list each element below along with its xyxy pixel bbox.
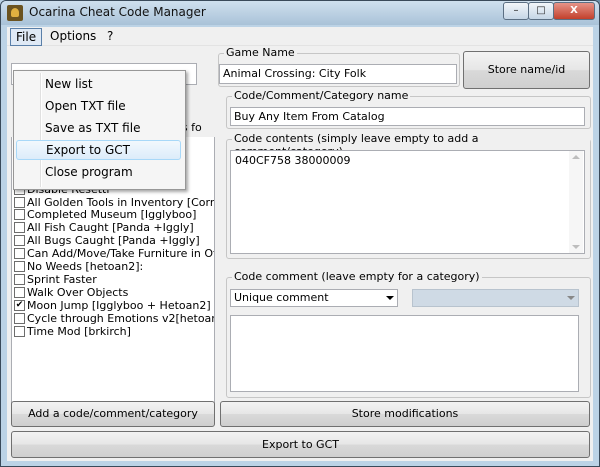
- code-checkbox[interactable]: ✔: [14, 299, 25, 311]
- code-checkbox[interactable]: [14, 209, 25, 221]
- code-label: All Fish Caught [Panda +Iggly]: [27, 221, 194, 235]
- code-label: All Golden Tools in Inventory [Corrupt: [27, 195, 215, 209]
- code-checkbox[interactable]: [14, 235, 25, 247]
- code-label: Time Mod [brkirch]: [27, 324, 131, 338]
- code-list-item[interactable]: All Bugs Caught [Panda +Iggly]: [14, 234, 212, 247]
- code-list-item[interactable]: Sprint Faster: [14, 273, 212, 286]
- scroll-up-icon[interactable]: [572, 155, 580, 159]
- chevron-down-icon[interactable]: [382, 290, 397, 306]
- menu-item-close-program[interactable]: Close program: [16, 162, 181, 182]
- code-label: No Weeds [hetoan2]:: [27, 260, 144, 273]
- code-contents-scrollbar[interactable]: [569, 151, 583, 253]
- menu-item-open-txt-file[interactable]: Open TXT file: [16, 96, 181, 116]
- code-label: Walk Over Objects: [27, 285, 129, 299]
- menu-bar: File Options ?: [7, 27, 593, 46]
- game-name-field[interactable]: Animal Crossing: City Folk: [219, 64, 457, 84]
- code-name-label: Code/Comment/Category name: [232, 89, 411, 102]
- menu-item-save-as-txt-file[interactable]: Save as TXT file: [16, 118, 181, 138]
- code-list-item[interactable]: ✔ Moon Jump [Igglyboo + Hetoan2]: [14, 299, 212, 312]
- code-checkbox[interactable]: [14, 261, 25, 272]
- code-list-item[interactable]: Cycle through Emotions v2[hetoan2]:: [14, 311, 215, 325]
- client-area: File Options ? rks fo Sell item for Maxi…: [7, 27, 593, 461]
- maximize-button[interactable]: □: [528, 2, 554, 20]
- code-name-field[interactable]: Buy Any Item From Catalog: [230, 107, 585, 126]
- code-contents-group: Code contents (simply leave empty to add…: [226, 132, 591, 259]
- add-code-button[interactable]: Add a code/comment/category: [11, 401, 215, 427]
- file-menu-dropdown: New list Open TXT file Save as TXT file Exp…: [13, 70, 186, 190]
- code-checkbox[interactable]: [14, 222, 25, 234]
- game-name-group: Game Name Animal Crossing: City Folk: [218, 46, 460, 87]
- menu-help[interactable]: ?: [102, 28, 118, 44]
- code-label: All Bugs Caught [Panda +Iggly]: [27, 234, 200, 248]
- code-contents-text: 040CF758 38000009: [235, 154, 351, 167]
- code-label: Moon Jump [Igglyboo + Hetoan2]: [27, 298, 211, 312]
- export-gct-button[interactable]: Export to GCT: [11, 431, 590, 458]
- code-comment-label: Code comment (leave empty for a category…: [232, 270, 482, 283]
- code-list-item[interactable]: Walk Over Objects: [14, 286, 212, 299]
- minimize-button[interactable]: –: [503, 2, 529, 20]
- comment-secondary-select: [412, 289, 579, 307]
- code-comment-group: Code comment (leave empty for a category…: [226, 270, 591, 398]
- menu-file[interactable]: File: [10, 28, 43, 46]
- code-checkbox[interactable]: [14, 312, 25, 324]
- menu-item-export-to-gct[interactable]: Export to GCT: [16, 140, 181, 160]
- window-title: Ocarina Cheat Code Manager: [29, 5, 206, 19]
- store-modifications-button[interactable]: Store modifications: [220, 401, 590, 427]
- code-checkbox[interactable]: [14, 196, 25, 208]
- game-name-label: Game Name: [224, 46, 297, 59]
- code-checkbox[interactable]: [14, 248, 25, 260]
- store-name-button[interactable]: Store name/id: [463, 51, 590, 89]
- code-label: Cycle through Emotions v2[hetoan2]:: [27, 311, 215, 325]
- code-contents-field[interactable]: 040CF758 38000009: [230, 150, 585, 254]
- comment-type-select[interactable]: Unique comment: [230, 289, 398, 307]
- code-checkbox[interactable]: [14, 286, 25, 298]
- menu-options[interactable]: Options: [45, 28, 101, 44]
- app-window: Ocarina Cheat Code Manager – □ X File Op…: [0, 0, 600, 467]
- code-list-item[interactable]: Time Mod [brkirch]: [14, 325, 212, 338]
- code-checkbox[interactable]: [14, 325, 25, 337]
- code-label: Can Add/Move/Take Furniture in Othe: [27, 247, 215, 261]
- code-list-item[interactable]: Completed Museum [Igglyboo]: [14, 208, 212, 221]
- code-label: Completed Museum [Igglyboo]: [27, 208, 197, 222]
- code-name-group: Code/Comment/Category name Buy Any Item …: [226, 89, 591, 129]
- comment-type-value: Unique comment: [234, 291, 329, 304]
- app-icon: [7, 5, 23, 21]
- code-label: Sprint Faster: [27, 272, 97, 286]
- scroll-down-icon[interactable]: [572, 245, 580, 249]
- chevron-down-icon: [563, 290, 578, 306]
- code-list-item[interactable]: No Weeds [hetoan2]:: [14, 260, 212, 273]
- code-list-item[interactable]: All Fish Caught [Panda +Iggly]: [14, 221, 212, 234]
- code-comment-field[interactable]: [230, 315, 579, 392]
- close-button[interactable]: X: [553, 2, 595, 20]
- menu-item-new-list[interactable]: New list: [16, 74, 181, 94]
- code-list-item[interactable]: All Golden Tools in Inventory [Corrupt: [14, 195, 215, 209]
- code-checkbox[interactable]: [14, 273, 25, 285]
- code-list-item[interactable]: Can Add/Move/Take Furniture in Othe: [14, 247, 215, 261]
- title-bar[interactable]: Ocarina Cheat Code Manager – □ X: [1, 1, 599, 25]
